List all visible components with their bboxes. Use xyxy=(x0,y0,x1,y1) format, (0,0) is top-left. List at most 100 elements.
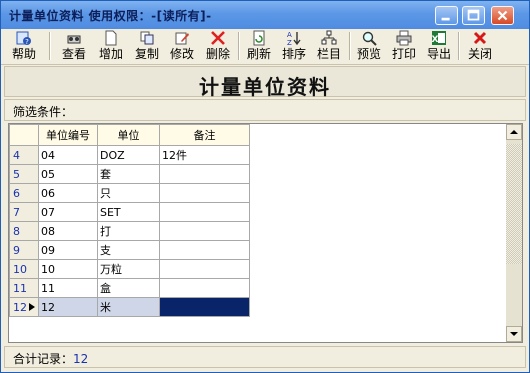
toolbar-separator xyxy=(238,32,240,60)
sort-icon: AZ xyxy=(287,31,301,46)
cell-note[interactable] xyxy=(159,202,250,222)
maximize-button[interactable] xyxy=(462,6,485,25)
cell-unit[interactable]: 盒 xyxy=(97,278,160,298)
cell-code[interactable]: 10 xyxy=(38,259,98,279)
cell-code[interactable]: 07 xyxy=(38,202,98,222)
table-row[interactable]: 4 04 DOZ 12件 xyxy=(9,145,250,165)
add-button[interactable]: 增加 xyxy=(96,30,126,62)
close-window-button[interactable] xyxy=(491,6,514,25)
delete-icon xyxy=(211,31,225,45)
column-header-note[interactable]: 备注 xyxy=(159,124,250,146)
title-bar[interactable]: 计量单位资料 使用权限：-[读所有]- xyxy=(1,1,529,29)
help-button[interactable]: ? 帮助 xyxy=(9,30,39,62)
svg-text:X: X xyxy=(432,35,439,45)
table-row[interactable]: 6 06 只 xyxy=(9,183,250,203)
table-row[interactable]: 11 11 盒 xyxy=(9,278,250,298)
export-button[interactable]: X 导出 xyxy=(424,30,454,62)
cell-unit[interactable]: DOZ xyxy=(97,145,160,165)
record-count-value: 12 xyxy=(73,352,89,366)
refresh-button[interactable]: 刷新 xyxy=(244,30,274,62)
page-title: 计量单位资料 xyxy=(199,75,331,99)
view-label: 查看 xyxy=(61,47,86,61)
toolbar-separator xyxy=(49,32,51,60)
copy-button[interactable]: 复制 xyxy=(132,30,162,62)
table-row[interactable]: 9 09 支 xyxy=(9,240,250,260)
columns-icon xyxy=(321,30,337,45)
cell-code[interactable]: 08 xyxy=(38,221,98,241)
row-number[interactable]: 10 xyxy=(9,259,39,279)
row-number[interactable]: 5 xyxy=(9,164,39,184)
scroll-up-button[interactable] xyxy=(506,124,522,140)
copy-label: 复制 xyxy=(134,47,159,61)
close-button[interactable]: 关闭 xyxy=(465,30,495,62)
columns-button[interactable]: 栏目 xyxy=(314,30,344,62)
cell-note[interactable] xyxy=(159,240,250,260)
cell-code[interactable]: 11 xyxy=(38,278,98,298)
svg-text:Z: Z xyxy=(287,39,292,46)
scroll-down-button[interactable] xyxy=(506,326,522,342)
table-row[interactable]: 7 07 SET xyxy=(9,202,250,222)
arrow-up-icon xyxy=(510,130,518,134)
scroll-track[interactable] xyxy=(506,144,522,264)
row-number[interactable]: 6 xyxy=(9,183,39,203)
record-count: 合计记录：12 xyxy=(13,350,88,367)
maximize-icon xyxy=(467,9,480,21)
cell-unit[interactable]: 打 xyxy=(97,221,160,241)
units-table: 单位编号 单位 备注 4 04 DOZ 12件 5 05 套 6 06 只 7 … xyxy=(9,124,250,317)
cell-note[interactable]: 12件 xyxy=(159,145,250,165)
column-header-code[interactable]: 单位编号 xyxy=(38,124,98,146)
view-button[interactable]: 查看 xyxy=(59,30,89,62)
filter-label: 筛选条件： xyxy=(13,105,74,119)
delete-label: 删除 xyxy=(205,47,230,61)
cell-note[interactable] xyxy=(159,278,250,298)
header-row: 单位编号 单位 备注 xyxy=(9,124,250,146)
cell-unit[interactable]: 套 xyxy=(97,164,160,184)
row-number[interactable]: 12 xyxy=(9,297,39,317)
export-excel-icon: X xyxy=(432,31,446,45)
arrow-down-icon xyxy=(510,332,518,336)
table-row-selected[interactable]: 12 12 米 xyxy=(9,297,250,317)
cell-note[interactable] xyxy=(159,183,250,203)
table-row[interactable]: 8 08 打 xyxy=(9,221,250,241)
cell-note[interactable] xyxy=(159,221,250,241)
table-row[interactable]: 10 10 万粒 xyxy=(9,259,250,279)
cell-code[interactable]: 12 xyxy=(38,297,98,317)
export-label: 导出 xyxy=(426,47,451,61)
edit-button[interactable]: 修改 xyxy=(167,30,197,62)
cell-note[interactable] xyxy=(159,164,250,184)
row-number[interactable]: 8 xyxy=(9,221,39,241)
cell-unit[interactable]: 只 xyxy=(97,183,160,203)
table-row[interactable]: 5 05 套 xyxy=(9,164,250,184)
delete-button[interactable]: 删除 xyxy=(203,30,233,62)
row-number[interactable]: 4 xyxy=(9,145,39,165)
cell-note[interactable] xyxy=(159,259,250,279)
refresh-label: 刷新 xyxy=(246,47,271,61)
cell-note-active[interactable] xyxy=(159,297,250,317)
column-header-unit[interactable]: 单位 xyxy=(97,124,160,146)
cell-unit[interactable]: SET xyxy=(97,202,160,222)
cell-code[interactable]: 05 xyxy=(38,164,98,184)
cell-code[interactable]: 04 xyxy=(38,145,98,165)
row-number-text: 12 xyxy=(13,300,27,314)
print-button[interactable]: 打印 xyxy=(389,30,419,62)
cell-code[interactable]: 09 xyxy=(38,240,98,260)
header-panel: 计量单位资料 xyxy=(4,66,526,99)
vertical-scrollbar[interactable] xyxy=(506,124,522,342)
cell-code[interactable]: 06 xyxy=(38,183,98,203)
preview-button[interactable]: 预览 xyxy=(354,30,384,62)
window-title: 计量单位资料 使用权限：-[读所有]- xyxy=(9,9,212,23)
minimize-button[interactable] xyxy=(435,6,458,25)
row-number[interactable]: 7 xyxy=(9,202,39,222)
row-pointer-icon xyxy=(29,303,35,311)
sort-button[interactable]: AZ 排序 xyxy=(279,30,309,62)
cell-unit[interactable]: 米 xyxy=(97,297,160,317)
data-grid[interactable]: 单位编号 单位 备注 4 04 DOZ 12件 5 05 套 6 06 只 7 … xyxy=(8,123,523,343)
svg-text:?: ? xyxy=(25,38,29,46)
cell-unit[interactable]: 支 xyxy=(97,240,160,260)
row-number[interactable]: 9 xyxy=(9,240,39,260)
help-label: 帮助 xyxy=(11,47,36,61)
print-label: 打印 xyxy=(391,47,416,61)
cell-unit[interactable]: 万粒 xyxy=(97,259,160,279)
filter-bar: 筛选条件： xyxy=(4,99,526,121)
row-number[interactable]: 11 xyxy=(9,278,39,298)
